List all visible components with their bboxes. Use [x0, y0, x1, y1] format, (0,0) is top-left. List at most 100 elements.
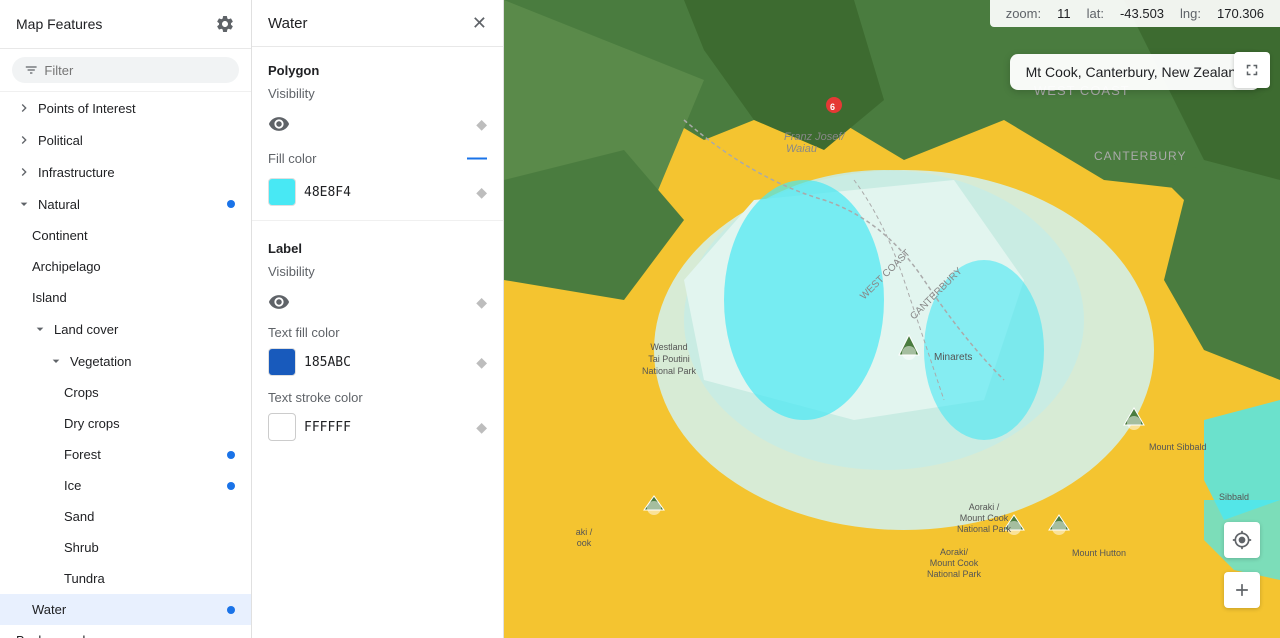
zoom-value: 11: [1057, 6, 1071, 21]
svg-text:Mount Hutton: Mount Hutton: [1072, 548, 1126, 558]
sidebar-item-label: Archipelago: [32, 259, 101, 274]
sidebar-item-label: Tundra: [64, 571, 105, 586]
close-button[interactable]: ✕: [472, 14, 487, 32]
chevron-right-icon: [16, 164, 32, 180]
visibility-label-label: Visibility: [252, 264, 503, 283]
visibility-label-polygon: Visibility: [252, 86, 503, 105]
lat-value: -43.503: [1120, 6, 1164, 21]
sidebar-item-archipelago[interactable]: Archipelago: [0, 251, 251, 282]
divider: [252, 220, 503, 221]
svg-text:Mount Sibbald: Mount Sibbald: [1149, 442, 1207, 452]
sidebar-item-points-of-interest[interactable]: Points of Interest: [0, 92, 251, 124]
sidebar-item-water[interactable]: Water: [0, 594, 251, 625]
location-button[interactable]: [1224, 522, 1260, 558]
sidebar-item-land-cover[interactable]: Land cover: [0, 313, 251, 345]
text-fill-label-row: Text fill color: [252, 321, 503, 344]
lng-value: 170.306: [1217, 6, 1264, 21]
svg-text:Aoraki /: Aoraki /: [969, 502, 1000, 512]
svg-text:Waiau: Waiau: [786, 143, 817, 155]
fill-color-row: 48E8F4 ◆: [252, 174, 503, 216]
zoom-in-button[interactable]: [1224, 572, 1260, 608]
label-section-label: Label: [252, 225, 503, 264]
polygon-section-label: Polygon: [252, 47, 503, 86]
plus-icon: [1232, 580, 1252, 600]
svg-text:CANTERBURY: CANTERBURY: [1094, 149, 1186, 163]
chevron-right-icon: [16, 132, 32, 148]
sidebar-item-ice[interactable]: Ice: [0, 470, 251, 501]
natural-dot: [227, 200, 235, 208]
polygon-visibility-row: ◆: [252, 105, 503, 143]
diamond-icon-fill[interactable]: ◆: [476, 184, 487, 201]
sidebar-item-tundra[interactable]: Tundra: [0, 563, 251, 594]
eye-icon-label[interactable]: [268, 291, 290, 313]
svg-text:Tai Poutini: Tai Poutini: [648, 354, 690, 364]
svg-text:Sibbald: Sibbald: [1219, 492, 1249, 502]
svg-text:6: 6: [830, 102, 835, 112]
fill-color-label: Fill color: [268, 151, 316, 166]
map-coords-bar: zoom: 11 lat: -43.503 lng: 170.306: [990, 0, 1280, 27]
fill-color-swatch[interactable]: [268, 178, 296, 206]
sidebar-item-label: Infrastructure: [38, 165, 115, 180]
svg-text:Aoraki/: Aoraki/: [940, 547, 969, 557]
chevron-down-icon: [16, 196, 32, 212]
text-stroke-hex: FFFFFF: [304, 420, 351, 435]
svg-text:Minarets: Minarets: [934, 352, 972, 363]
gear-icon[interactable]: [215, 14, 235, 34]
sidebar-item-sand[interactable]: Sand: [0, 501, 251, 532]
mid-panel: Water ✕ Polygon Visibility ◆ Fill color …: [252, 0, 504, 638]
svg-text:National Park: National Park: [927, 569, 982, 579]
sidebar-item-forest[interactable]: Forest: [0, 439, 251, 470]
fill-color-minus[interactable]: —: [467, 147, 487, 170]
sidebar-item-natural[interactable]: Natural: [0, 188, 251, 220]
sidebar-header: Map Features: [0, 0, 251, 49]
sidebar-item-label: Natural: [38, 197, 80, 212]
svg-text:Mount Cook: Mount Cook: [960, 513, 1009, 523]
diamond-icon-text-stroke[interactable]: ◆: [476, 419, 487, 436]
svg-text:Franz Josef/: Franz Josef/: [784, 131, 845, 143]
filter-bar: [0, 49, 251, 92]
sidebar-item-label: Background: [16, 633, 85, 638]
sidebar-item-label: Shrub: [64, 540, 99, 555]
sidebar-item-label: Forest: [64, 447, 101, 462]
sidebar-item-label: Water: [32, 602, 66, 617]
sidebar-item-label: Vegetation: [70, 354, 131, 369]
label-visibility-row: ◆: [252, 283, 503, 321]
text-stroke-label-row: Text stroke color: [252, 386, 503, 409]
water-dot: [227, 606, 235, 614]
fullscreen-button[interactable]: [1234, 52, 1270, 88]
sidebar-item-infrastructure[interactable]: Infrastructure: [0, 156, 251, 188]
sidebar-item-label: Sand: [64, 509, 94, 524]
sidebar-title: Map Features: [16, 16, 102, 32]
filter-container[interactable]: [12, 57, 239, 83]
sidebar-item-political[interactable]: Political: [0, 124, 251, 156]
text-fill-label: Text fill color: [268, 325, 340, 340]
sidebar-item-shrub[interactable]: Shrub: [0, 532, 251, 563]
eye-icon-polygon[interactable]: [268, 113, 290, 135]
svg-text:National Park: National Park: [642, 366, 697, 376]
sidebar-item-island[interactable]: Island: [0, 282, 251, 313]
sidebar-item-vegetation[interactable]: Vegetation: [0, 345, 251, 377]
sidebar-item-label: Points of Interest: [38, 101, 136, 116]
sidebar-item-continent[interactable]: Continent: [0, 220, 251, 251]
sidebar-item-crops[interactable]: Crops: [0, 377, 251, 408]
diamond-icon-label-vis[interactable]: ◆: [476, 294, 487, 311]
filter-input[interactable]: [44, 63, 227, 78]
text-stroke-swatch[interactable]: [268, 413, 296, 441]
chevron-right-icon: [16, 100, 32, 116]
sidebar-item-label: Island: [32, 290, 67, 305]
text-fill-swatch[interactable]: [268, 348, 296, 376]
sidebar-item-background[interactable]: Background: [0, 625, 251, 638]
lng-label: lng:: [1180, 6, 1201, 21]
fill-color-hex: 48E8F4: [304, 185, 351, 200]
sidebar-item-dry-crops[interactable]: Dry crops: [0, 408, 251, 439]
chevron-down-icon: [48, 353, 64, 369]
svg-text:Westland: Westland: [650, 342, 687, 352]
diamond-icon-polygon-vis[interactable]: ◆: [476, 116, 487, 133]
text-stroke-color-row: FFFFFF ◆: [252, 409, 503, 451]
map-area[interactable]: 6 Franz Josef/ Waiau WEST COAST CANTERBU…: [504, 0, 1280, 638]
svg-text:Mount Cook: Mount Cook: [930, 558, 979, 568]
diamond-icon-text-fill[interactable]: ◆: [476, 354, 487, 371]
svg-text:ook: ook: [577, 538, 592, 548]
sidebar-item-label: Political: [38, 133, 83, 148]
map-svg: 6 Franz Josef/ Waiau WEST COAST CANTERBU…: [504, 0, 1280, 638]
